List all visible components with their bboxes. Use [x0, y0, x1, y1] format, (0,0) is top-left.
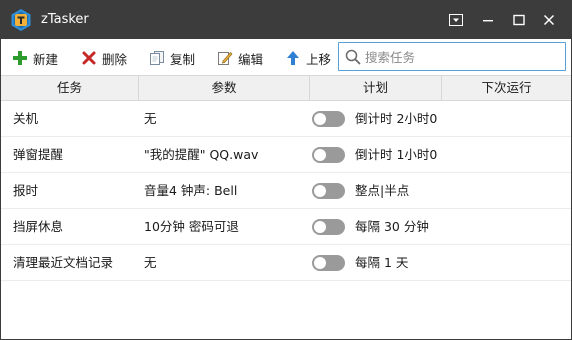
move-up-button[interactable]: 上移 [285, 47, 331, 69]
tray-menu-button[interactable] [444, 8, 468, 32]
task-name: 弹窗提醒 [13, 147, 64, 162]
column-header-schedule[interactable]: 计划 [310, 76, 442, 100]
window-title: zTasker [41, 12, 89, 27]
app-logo-icon [11, 9, 31, 31]
task-next-run [447, 245, 567, 280]
minimize-button[interactable] [476, 8, 500, 32]
new-task-button[interactable]: 新建 [12, 47, 58, 69]
toggle-knob [314, 113, 326, 125]
task-enable-toggle[interactable] [312, 111, 345, 127]
task-params: 10分钟 密码可退 [144, 219, 239, 234]
table-row[interactable]: 挡屏休息 10分钟 密码可退 每隔 30 分钟 [1, 209, 571, 245]
plus-icon [13, 51, 27, 65]
task-schedule: 每隔 30 分钟 [355, 219, 429, 234]
edit-task-label: 编辑 [238, 51, 264, 67]
close-icon [543, 14, 555, 26]
search-input[interactable] [365, 47, 561, 67]
task-params: 无 [144, 255, 157, 270]
task-enable-toggle[interactable] [312, 147, 345, 163]
new-task-label: 新建 [33, 51, 59, 67]
delete-task-button[interactable]: 删除 [81, 47, 127, 69]
toggle-knob [314, 257, 326, 269]
toggle-knob [314, 221, 326, 233]
task-next-run [447, 101, 567, 136]
task-enable-toggle[interactable] [312, 183, 345, 199]
task-schedule: 整点|半点 [355, 183, 410, 198]
column-header-params[interactable]: 参数 [139, 76, 310, 100]
maximize-button[interactable] [507, 8, 531, 32]
copy-icon [150, 51, 164, 65]
task-name: 挡屏休息 [13, 219, 64, 234]
delete-x-icon [82, 51, 96, 65]
task-next-run [447, 137, 567, 172]
title-bar[interactable]: zTasker [1, 1, 571, 39]
move-up-label: 上移 [306, 51, 332, 67]
task-enable-toggle[interactable] [312, 255, 345, 271]
app-window: zTasker 新建 删除 复制 编辑 上移 搜索任务 任务 参数 计划 下次运… [0, 0, 572, 340]
table-row[interactable]: 清理最近文档记录 无 每隔 1 天 [1, 245, 571, 281]
edit-pencil-icon [218, 51, 233, 65]
task-name: 清理最近文档记录 [13, 255, 114, 270]
table-row[interactable]: 关机 无 倒计时 2小时0 [1, 101, 571, 137]
maximize-icon [513, 14, 525, 26]
task-enable-toggle[interactable] [312, 219, 345, 235]
copy-task-button[interactable]: 复制 [149, 47, 195, 69]
minimize-icon [483, 20, 493, 22]
search-icon [345, 49, 361, 65]
table-row[interactable]: 报时 音量4 钟声: Bell 整点|半点 [1, 173, 571, 209]
edit-task-button[interactable]: 编辑 [217, 47, 263, 69]
task-schedule: 每隔 1 天 [355, 255, 409, 270]
task-schedule: 倒计时 2小时0 [355, 111, 438, 126]
column-header-next-run[interactable]: 下次运行 [442, 76, 571, 100]
column-header-task[interactable]: 任务 [1, 76, 139, 100]
arrow-up-icon [287, 51, 299, 65]
task-next-run [447, 209, 567, 244]
task-params: 无 [144, 111, 157, 126]
delete-task-label: 删除 [102, 51, 128, 67]
dropdown-box-icon [449, 14, 463, 26]
toggle-knob [314, 149, 326, 161]
toolbar: 新建 删除 复制 编辑 上移 搜索任务 [1, 39, 571, 75]
table-header: 任务 参数 计划 下次运行 [1, 75, 571, 101]
task-list: 关机 无 倒计时 2小时0 弹窗提醒 "我的提醒" QQ.wav 倒计时 1小时… [1, 101, 571, 281]
toggle-knob [314, 185, 326, 197]
task-params: "我的提醒" QQ.wav [144, 147, 259, 162]
close-button[interactable] [537, 8, 561, 32]
task-next-run [447, 173, 567, 208]
table-row[interactable]: 弹窗提醒 "我的提醒" QQ.wav 倒计时 1小时0 [1, 137, 571, 173]
task-schedule: 倒计时 1小时0 [355, 147, 438, 162]
task-name: 关机 [13, 111, 39, 126]
task-params: 音量4 钟声: Bell [144, 183, 238, 198]
copy-task-label: 复制 [170, 51, 196, 67]
search-box[interactable] [338, 42, 566, 71]
task-name: 报时 [13, 183, 39, 198]
